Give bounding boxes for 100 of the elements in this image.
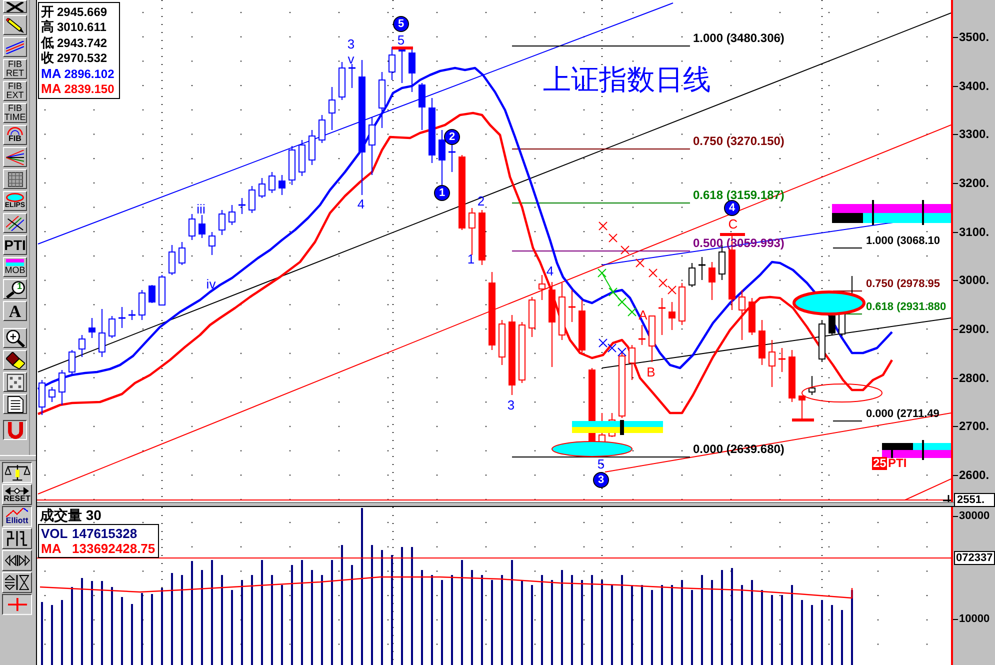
axis-label: 3000.	[959, 273, 990, 287]
panel-title: 成交量 30	[40, 508, 102, 523]
magnet-icon	[8, 422, 22, 438]
x-marker	[620, 246, 630, 254]
fib-level-label: 0.618 (2931.880	[866, 301, 946, 313]
field-value: 2896.102	[64, 66, 114, 81]
tool-button[interactable]: MOB	[3, 257, 27, 277]
axis-label: 3200.	[959, 176, 990, 190]
fib-level-label: 0.750 (2978.95	[866, 278, 940, 290]
pti-count-badge: 25	[872, 457, 888, 470]
marker-bar	[392, 46, 413, 50]
wave-label: 5	[597, 458, 605, 470]
x-marker	[608, 234, 618, 242]
x-marker	[598, 268, 606, 278]
balance-scale-icon	[4, 464, 30, 481]
diagonal-lines-icon	[6, 40, 24, 54]
zoom-in-icon	[6, 330, 24, 346]
wave-label: 4	[357, 198, 365, 210]
x-marker	[598, 222, 608, 230]
wave-label: 1	[467, 252, 475, 266]
wave-label: iv	[206, 278, 216, 290]
tool-button[interactable]	[2, 594, 32, 615]
wave-label: 4	[546, 264, 554, 278]
legend-value: 147615328	[72, 526, 138, 540]
field-label: MA	[41, 82, 62, 96]
zigzag-line-icon	[6, 508, 28, 517]
wave-label: 2	[477, 194, 485, 208]
axis-label: 3500.	[959, 30, 990, 44]
x-marker	[618, 348, 626, 356]
legend-value: 133692428.75	[72, 542, 156, 556]
field-label: 低	[41, 36, 54, 50]
fib-level-label: 0.000 (2711.49	[866, 408, 940, 420]
axis-label: 3300.	[959, 127, 990, 141]
tool-button[interactable]	[3, 420, 27, 440]
axis-label: 3100.	[959, 225, 990, 239]
step-lines-icon	[6, 530, 28, 547]
fib-level-label: 1.000 (3480.306)	[693, 32, 784, 45]
pti-label: PTI	[888, 457, 907, 470]
tool-button[interactable]: PTI	[3, 235, 27, 255]
tool-button[interactable]: Elliott	[2, 506, 32, 527]
parallel-lines-icon	[6, 216, 24, 230]
wave-label: B	[646, 366, 656, 378]
axis-label: 3400.	[959, 79, 990, 93]
fib-level-label: 0.750 (3270.150)	[693, 135, 784, 148]
axis-label: 2700.	[959, 419, 990, 433]
crosshair-icon	[8, 598, 26, 611]
tool-button[interactable]: FIB TIME	[3, 103, 27, 123]
chart-title: 上证指数日线	[543, 64, 711, 96]
legend-label: MA	[41, 542, 62, 556]
wave-label: v	[348, 52, 354, 66]
wave-label: 3	[507, 398, 515, 412]
wave-label: 5	[397, 34, 405, 46]
axis-label: 30000	[959, 510, 990, 523]
x-marker	[598, 338, 608, 348]
fib-level-label: 0.000 (2639.680)	[693, 443, 784, 456]
tool-button[interactable]: 1	[3, 279, 27, 299]
ellipse-icon	[6, 193, 24, 202]
line-value-label: 072337	[954, 551, 995, 565]
field-value: 2839.150	[64, 82, 114, 96]
x-marker	[636, 258, 644, 268]
pencil-icon	[6, 18, 24, 32]
hourglass-arrows-icon	[5, 575, 29, 590]
wave-label: iii	[196, 202, 206, 216]
marker-bar	[792, 418, 814, 422]
field-label: 开	[41, 4, 54, 19]
field-value: 2943.742	[57, 36, 108, 50]
fib-level-label: 1.000 (3068.10	[866, 235, 940, 247]
pti-bar	[882, 440, 951, 460]
tool-button[interactable]: A	[3, 301, 27, 321]
field-label: 收	[41, 51, 54, 66]
field-value: 3010.611	[57, 20, 106, 34]
x-marker	[618, 298, 626, 306]
tool-button[interactable]: RESET	[2, 484, 32, 505]
axis-label: 2800.	[959, 371, 990, 385]
checker-icon	[6, 374, 24, 390]
fib-level-line	[832, 420, 862, 422]
axis-label: 2600.	[959, 468, 990, 482]
magnifier-icon	[6, 280, 24, 298]
double-arrow-icon	[5, 486, 29, 494]
triangle-arrows-icon	[4, 555, 30, 566]
axis-label: 10000	[959, 613, 990, 626]
x-marker	[648, 268, 658, 278]
tool-button[interactable]: FIB EXT	[3, 81, 27, 101]
x-marker	[668, 286, 676, 294]
tool-button[interactable]: FIB	[3, 125, 27, 145]
fan-lines-icon	[6, 150, 24, 164]
axis-label: 2900.	[959, 322, 990, 336]
stripes-icon	[6, 259, 24, 266]
field-value: 2945.669	[57, 4, 108, 19]
field-value: 2970.532	[57, 51, 108, 66]
tool-button[interactable]	[2, 462, 32, 483]
arc-icon	[7, 127, 23, 135]
grid-icon	[8, 172, 22, 186]
eraser-icon	[6, 352, 24, 368]
x-marker	[658, 278, 668, 288]
x-marker	[608, 344, 616, 352]
wave-label: C	[728, 218, 738, 230]
field-label: 高	[41, 20, 54, 34]
tool-button[interactable]: FIB RET	[3, 59, 27, 79]
marker-bar	[720, 233, 745, 236]
